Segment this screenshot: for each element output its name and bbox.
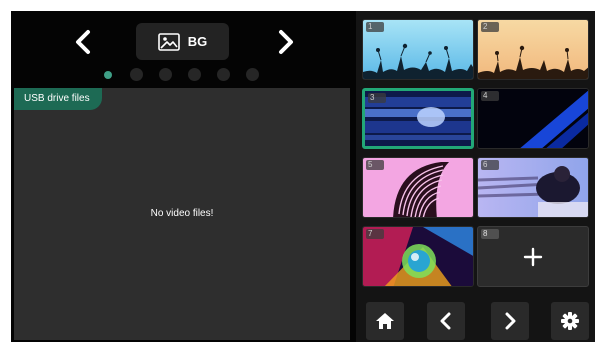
slot-number: 7 <box>366 229 384 239</box>
bottom-toolbar <box>356 293 595 342</box>
chevron-left-icon <box>76 30 90 54</box>
page-forward-button[interactable] <box>491 302 529 340</box>
page-back-button[interactable] <box>427 302 465 340</box>
thumbnail-slot-5[interactable]: 5 <box>362 157 474 218</box>
usb-files-tab[interactable]: USB drive files <box>14 88 102 110</box>
page-dot-2[interactable] <box>130 68 143 81</box>
settings-button[interactable] <box>551 302 589 340</box>
plus-icon <box>523 247 543 266</box>
chevron-right-icon <box>279 30 293 54</box>
home-icon <box>376 313 394 329</box>
page-dot-6[interactable] <box>246 68 259 81</box>
usb-files-panel: USB drive files No video files! <box>14 88 350 340</box>
thumbnail-slot-6[interactable]: 6 <box>477 157 589 218</box>
page-dot-3[interactable] <box>159 68 172 81</box>
slot-number: 6 <box>481 160 499 170</box>
slot-number: 3 <box>368 93 386 103</box>
thumbnail-slot-7[interactable]: 7 <box>362 226 474 287</box>
thumbnail-slot-4[interactable]: 4 <box>477 88 589 149</box>
empty-message: No video files! <box>150 208 214 219</box>
slot-number: 5 <box>366 160 384 170</box>
page-dot-4[interactable] <box>188 68 201 81</box>
home-button[interactable] <box>366 302 404 340</box>
left-pane: BG USB drive files No video files! <box>11 11 359 342</box>
thumbnail-slot-3[interactable]: 3 <box>362 88 474 149</box>
add-video-button[interactable] <box>478 227 588 286</box>
mode-label: BG <box>187 34 208 49</box>
mode-button[interactable]: BG <box>136 23 229 60</box>
page-indicator <box>101 68 259 81</box>
thumbnail-slot-8[interactable]: 8 <box>477 226 589 287</box>
slot-number: 4 <box>481 91 499 101</box>
slot-number: 2 <box>481 22 499 32</box>
thumbnail-slot-2[interactable]: 2 <box>477 19 589 80</box>
page-dot-5[interactable] <box>217 68 230 81</box>
chevron-right-icon <box>505 312 516 330</box>
slot-number: 1 <box>366 22 384 32</box>
right-pane: 1 2 3 4 5 6 7 8 <box>356 11 595 342</box>
thumbnail-slot-1[interactable]: 1 <box>362 19 474 80</box>
device-screen: BG USB drive files No video files! 1 2 3… <box>11 11 595 342</box>
gear-icon <box>561 312 579 330</box>
image-icon <box>157 32 180 51</box>
page-dot-1[interactable] <box>101 68 114 81</box>
chevron-left-icon <box>440 312 451 330</box>
next-mode-button[interactable] <box>268 24 304 60</box>
previous-mode-button[interactable] <box>65 24 101 60</box>
